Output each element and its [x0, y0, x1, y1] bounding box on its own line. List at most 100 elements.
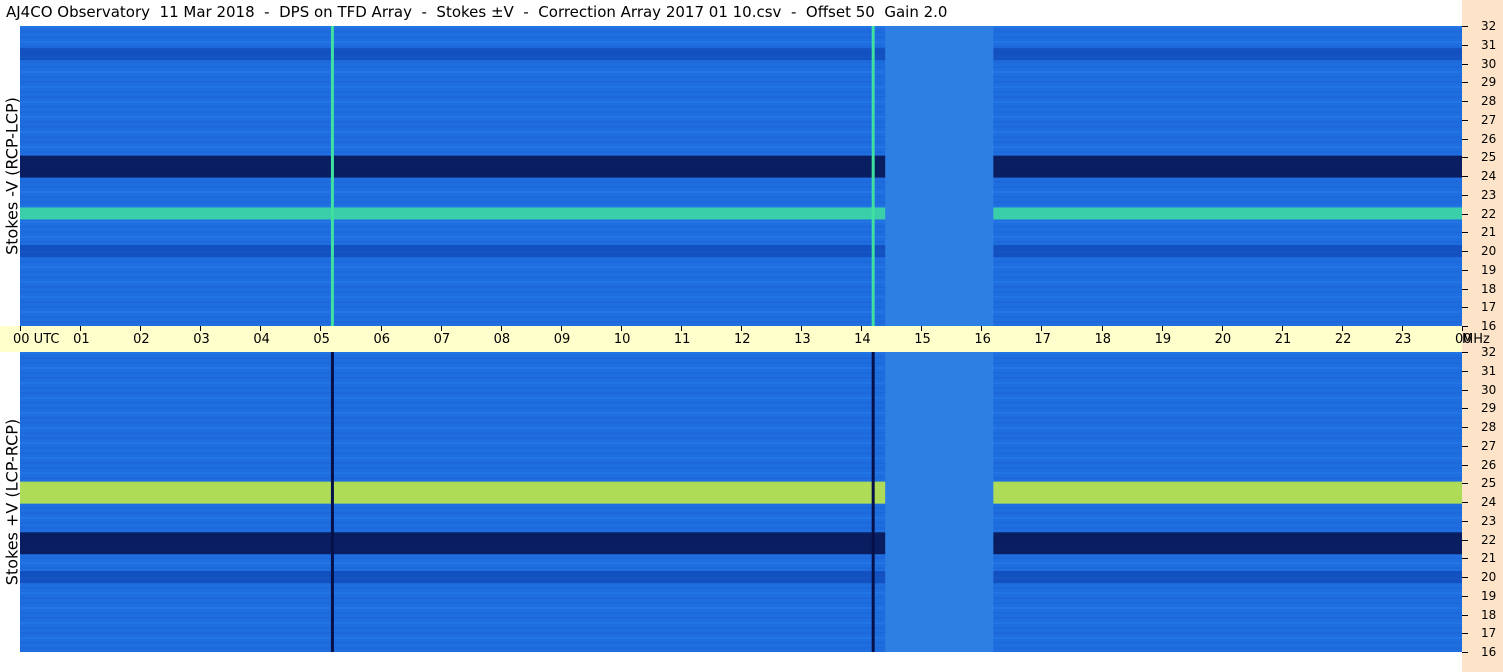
- frequency-tick-label: 29: [1481, 401, 1497, 416]
- texture-streak: [20, 201, 1462, 203]
- y-axis-label-bottom: Stokes +V (LCP-RCP): [2, 418, 22, 586]
- texture-streak: [20, 412, 1462, 414]
- time-tick: [741, 326, 742, 331]
- time-tick: [861, 326, 863, 331]
- texture-streak: [20, 46, 1462, 48]
- frequency-tick-label: 27: [1481, 112, 1497, 127]
- texture-streak: [20, 382, 1462, 384]
- texture-streak: [20, 407, 1462, 409]
- quiet-interval: [885, 26, 994, 326]
- utc-time-axis: 00 UTC 01 02 03 04 05 06 07 08 09 10 11 12 13 14 15 16 17…: [0, 326, 1490, 352]
- texture-streak: [20, 517, 1462, 519]
- time-tick: [680, 326, 682, 331]
- texture-streak: [20, 316, 1462, 318]
- frequency-tick: [1462, 577, 1468, 578]
- texture-streak: [20, 447, 1462, 449]
- frequency-tick: [1462, 157, 1468, 159]
- texture-streak: [20, 261, 1462, 263]
- frequency-tick: [1462, 213, 1468, 215]
- texture-streak: [20, 111, 1462, 113]
- frequency-band: [20, 207, 1462, 220]
- frequency-tick-label: 17: [1481, 626, 1497, 641]
- texture-streak: [20, 276, 1462, 278]
- texture-streak: [20, 286, 1462, 288]
- texture-streak: [20, 121, 1462, 123]
- frequency-tick-label: 30: [1481, 382, 1497, 397]
- texture-streak: [20, 352, 1462, 354]
- frequency-tick-label: 21: [1481, 225, 1497, 240]
- frequency-tick-label: 16: [1481, 319, 1497, 333]
- frequency-tick: [1462, 251, 1468, 252]
- time-tick: [1161, 326, 1163, 331]
- frequency-tick: [1462, 269, 1468, 271]
- texture-streak: [20, 61, 1462, 63]
- texture-streak: [20, 457, 1462, 459]
- frequency-tick: [1462, 119, 1468, 121]
- texture-streak: [20, 607, 1462, 609]
- texture-streak: [20, 562, 1462, 564]
- frequency-tick: [1462, 445, 1468, 447]
- time-tick-label: 00 UTC: [13, 332, 60, 347]
- time-tick: [260, 326, 262, 331]
- frequency-tick: [1462, 558, 1468, 560]
- texture-streak: [20, 236, 1462, 238]
- time-tick: [380, 326, 382, 331]
- frequency-tick: [1462, 176, 1468, 177]
- time-tick-label: 04: [253, 332, 270, 347]
- time-feature-line: [330, 26, 334, 326]
- frequency-tick-label: 18: [1481, 281, 1497, 296]
- time-tick-label: 09: [553, 332, 571, 347]
- frequency-tick: [1462, 464, 1468, 466]
- frequency-tick: [1462, 389, 1468, 391]
- texture-streak: [20, 41, 1462, 43]
- texture-streak: [20, 647, 1462, 649]
- texture-streak: [20, 612, 1462, 614]
- texture-streak: [20, 477, 1462, 479]
- texture-streak: [20, 597, 1462, 599]
- frequency-tick: [1462, 194, 1468, 196]
- frequency-tick-label: 29: [1481, 75, 1497, 90]
- frequency-tick-label: 30: [1481, 56, 1497, 71]
- stokes-plus-v-spectrogram: [20, 352, 1462, 652]
- frequency-tick: [1462, 652, 1468, 653]
- frequency-tick-label: 23: [1481, 187, 1497, 202]
- texture-streak: [20, 306, 1462, 308]
- texture-streak: [20, 86, 1462, 88]
- frequency-tick: [1462, 307, 1468, 309]
- texture-streak: [20, 637, 1462, 639]
- frequency-tick: [1462, 288, 1468, 290]
- time-tick: [80, 326, 82, 331]
- time-tick-label: 13: [794, 332, 811, 347]
- texture-streak: [20, 141, 1462, 143]
- frequency-tick-label: 28: [1481, 94, 1497, 108]
- frequency-tick: [1462, 595, 1468, 597]
- time-tick-label: 23: [1394, 332, 1412, 347]
- texture-streak: [20, 241, 1462, 243]
- frequency-tick-label: 26: [1481, 457, 1497, 472]
- frequency-tick-label: 18: [1481, 607, 1497, 622]
- texture-streak: [20, 31, 1462, 33]
- frequency-tick: [1462, 539, 1468, 541]
- time-tick-label: 11: [673, 332, 691, 347]
- time-tick-label: 03: [193, 332, 210, 347]
- texture-streak: [20, 587, 1462, 589]
- time-tick: [140, 326, 142, 331]
- texture-streak: [20, 527, 1462, 529]
- texture-streak: [20, 357, 1462, 359]
- frequency-tick-label: 32: [1481, 19, 1497, 33]
- time-feature-line: [871, 352, 875, 652]
- frequency-tick-label: 31: [1481, 37, 1497, 52]
- frequency-tick-label: 17: [1481, 300, 1497, 315]
- time-tick: [200, 326, 202, 331]
- frequency-tick: [1462, 26, 1468, 27]
- texture-streak: [20, 512, 1462, 514]
- frequency-tick-label: 16: [1481, 645, 1497, 659]
- texture-streak: [20, 116, 1462, 118]
- frequency-tick: [1462, 408, 1468, 410]
- texture-streak: [20, 36, 1462, 38]
- texture-streak: [20, 632, 1462, 634]
- texture-streak: [20, 91, 1462, 93]
- texture-streak: [20, 181, 1462, 183]
- texture-streak: [20, 191, 1462, 193]
- texture-streak: [20, 101, 1462, 103]
